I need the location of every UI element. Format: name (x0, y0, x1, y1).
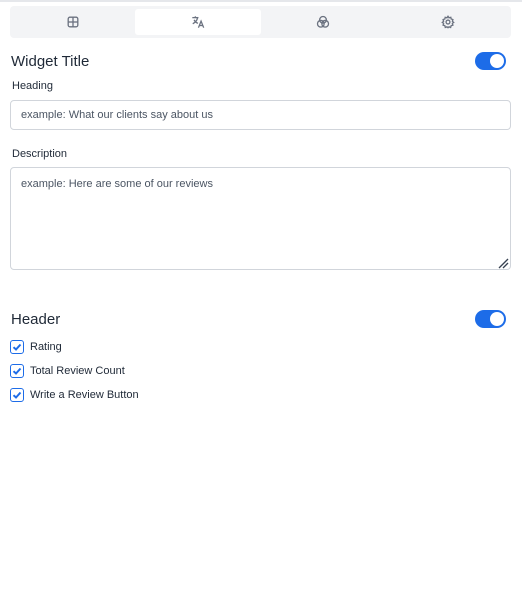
rating-label: Rating (30, 341, 62, 353)
header-heading: Header (11, 310, 61, 328)
rating-checkbox[interactable] (10, 340, 24, 354)
widget-title-row: Widget Title (11, 52, 506, 70)
header-row: Header (11, 310, 506, 328)
tab-layout[interactable] (10, 9, 135, 35)
toggle-knob (490, 312, 504, 326)
translate-icon (192, 16, 205, 28)
tab-settings[interactable] (386, 9, 511, 35)
color-circles-icon (316, 15, 330, 28)
check-icon (12, 343, 22, 351)
resize-handle-icon[interactable] (497, 256, 509, 269)
header-toggle[interactable] (475, 310, 506, 328)
write-review-button-checkbox[interactable] (10, 388, 24, 402)
total-review-count-checkbox[interactable] (10, 364, 24, 378)
tab-colors[interactable] (261, 9, 386, 35)
tab-bar (10, 6, 511, 38)
total-review-count-option[interactable]: Total Review Count (10, 364, 125, 378)
total-review-count-label: Total Review Count (30, 365, 125, 377)
layout-grid-icon (67, 16, 79, 28)
check-icon (12, 391, 22, 399)
description-label: Description (12, 148, 68, 160)
check-icon (12, 367, 22, 375)
toggle-knob (490, 54, 504, 68)
gear-icon (441, 15, 456, 29)
top-divider (0, 0, 522, 2)
heading-label: Heading (12, 80, 53, 92)
tab-text[interactable] (135, 9, 261, 35)
widget-title-heading: Widget Title (11, 52, 90, 70)
write-review-button-label: Write a Review Button (30, 389, 139, 401)
widget-title-toggle[interactable] (475, 52, 506, 70)
write-review-button-option[interactable]: Write a Review Button (10, 388, 139, 402)
description-textarea[interactable] (10, 167, 511, 270)
heading-input[interactable] (10, 100, 511, 130)
rating-option[interactable]: Rating (10, 340, 62, 354)
